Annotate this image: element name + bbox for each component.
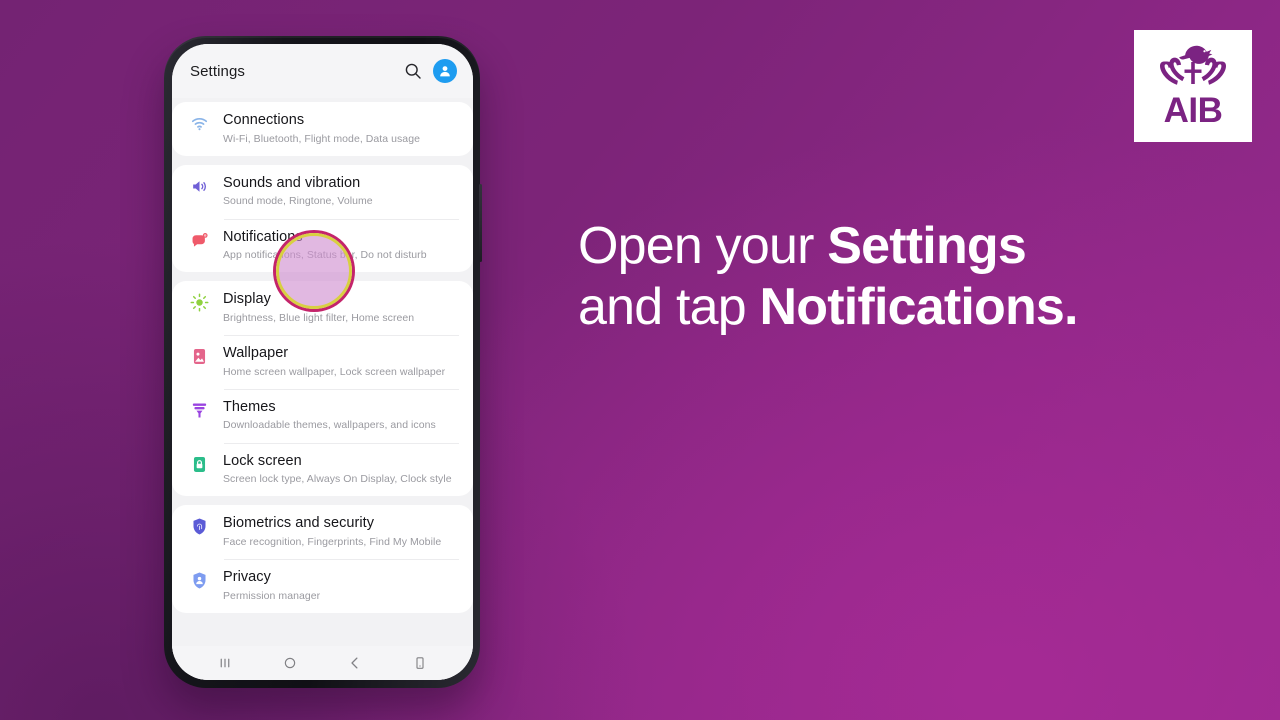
shield-fingerprint-icon (192, 518, 206, 535)
person-glyph-icon (440, 66, 450, 77)
notification-bubble-icon (192, 232, 208, 247)
headline-line-2-plain: and tap (578, 278, 760, 337)
settings-row-title: Notifications (223, 228, 303, 245)
settings-row-subtitle: Wi-Fi, Bluetooth, Flight mode, Data usag… (223, 132, 420, 145)
screen-capture-icon[interactable] (411, 654, 429, 672)
aib-logo: AIB (1134, 30, 1252, 142)
settings-row-subtitle: Sound mode, Ringtone, Volume (223, 195, 373, 208)
headline-line-1: Open your Settings (578, 216, 1218, 277)
settings-row-title: Connections (223, 112, 305, 128)
settings-row-subtitle: Face recognition, Fingerprints, Find My … (223, 536, 442, 549)
settings-row-subtitle: Downloadable themes, wallpapers, and ico… (223, 419, 436, 432)
themes-paint-icon (192, 403, 206, 418)
wifi-icon (191, 117, 207, 131)
settings-list[interactable]: Connections Wi-Fi, Bluetooth, Flight mode… (172, 98, 473, 680)
settings-row-subtitle: App notifications, Status bar, Do not di… (223, 249, 427, 262)
page-title: Settings (190, 62, 245, 80)
wallpaper-image-icon (193, 349, 205, 365)
wallpaper-image-icon (186, 344, 212, 366)
settings-row-title: Biometrics and security (223, 515, 375, 532)
settings-row-subtitle: Home screen wallpaper, Lock screen wallp… (223, 365, 446, 378)
settings-row[interactable]: Lock screen Screen lock type, Always On D… (172, 442, 473, 497)
themes-paint-icon (186, 398, 212, 420)
shield-fingerprint-icon (186, 514, 212, 536)
wifi-icon (186, 111, 212, 133)
settings-row[interactable]: Display Brightness, Blue light filter, Ho… (172, 281, 473, 335)
privacy-shield-person-icon (192, 572, 206, 589)
settings-group: Sounds and vibration Sound mode, Ringtone… (172, 164, 473, 273)
headline-line-2: and tap Notifications. (578, 277, 1218, 338)
headline-line-1-plain: Open your (578, 217, 828, 275)
settings-row-title: Sounds and vibration (223, 174, 361, 191)
headline-line-1-bold: Settings (827, 217, 1027, 275)
settings-row-title: Lock screen (223, 452, 302, 469)
settings-row[interactable]: Privacy Permission manager (172, 559, 473, 613)
search-icon[interactable] (403, 61, 423, 81)
speaker-volume-icon (192, 181, 206, 192)
settings-row[interactable]: Sounds and vibration Sound mode, Ringtone… (172, 165, 473, 219)
back-chevron-icon[interactable] (346, 654, 364, 672)
privacy-shield-person-icon (186, 568, 212, 590)
lock-screen-icon (186, 452, 212, 474)
account-avatar-icon[interactable] (433, 59, 457, 83)
aib-wordmark: AIB (1163, 90, 1223, 130)
settings-row-subtitle: Brightness, Blue light filter, Home scre… (223, 311, 415, 324)
settings-row-subtitle: Permission manager (223, 589, 321, 602)
headline-line-2-bold: Notifications. (759, 278, 1079, 337)
brightness-sun-icon (190, 293, 208, 312)
headline: Open your Settings and tap Notifications… (578, 216, 1218, 339)
settings-row-title: Wallpaper (223, 345, 289, 362)
aib-ark-bird-icon (1160, 45, 1226, 85)
recents-icon[interactable] (216, 654, 234, 672)
settings-group: Connections Wi-Fi, Bluetooth, Flight mode… (172, 102, 473, 156)
phone-screen: Settings Connections Wi-Fi, Bluetooth, Fl… (172, 44, 473, 680)
settings-group: Display Brightness, Blue light filter, Ho… (172, 281, 473, 497)
settings-row[interactable]: Themes Downloadable themes, wallpapers, a… (172, 388, 473, 443)
speaker-volume-icon (186, 174, 212, 196)
settings-row-title: Display (223, 291, 271, 308)
settings-row-subtitle: Screen lock type, Always On Display, Clo… (223, 473, 452, 486)
settings-row-title: Themes (223, 398, 276, 415)
brightness-sun-icon (186, 290, 212, 312)
settings-row[interactable]: Notifications App notifications, Status b… (172, 218, 473, 273)
settings-group: Biometrics and security Face recognition,… (172, 505, 473, 614)
lock-screen-icon (193, 456, 205, 472)
settings-row-title: Privacy (223, 569, 271, 586)
settings-appbar: Settings (172, 44, 473, 98)
notification-bubble-icon (186, 228, 212, 250)
settings-row[interactable]: Biometrics and security Face recognition,… (172, 505, 473, 559)
android-navigation-bar[interactable] (172, 646, 473, 680)
phone-mockup: Settings Connections Wi-Fi, Bluetooth, Fl… (164, 36, 482, 688)
settings-row[interactable]: Connections Wi-Fi, Bluetooth, Flight mode… (172, 102, 473, 156)
home-circle-icon[interactable] (281, 654, 299, 672)
settings-row[interactable]: Wallpaper Home screen wallpaper, Lock scr… (172, 335, 473, 389)
